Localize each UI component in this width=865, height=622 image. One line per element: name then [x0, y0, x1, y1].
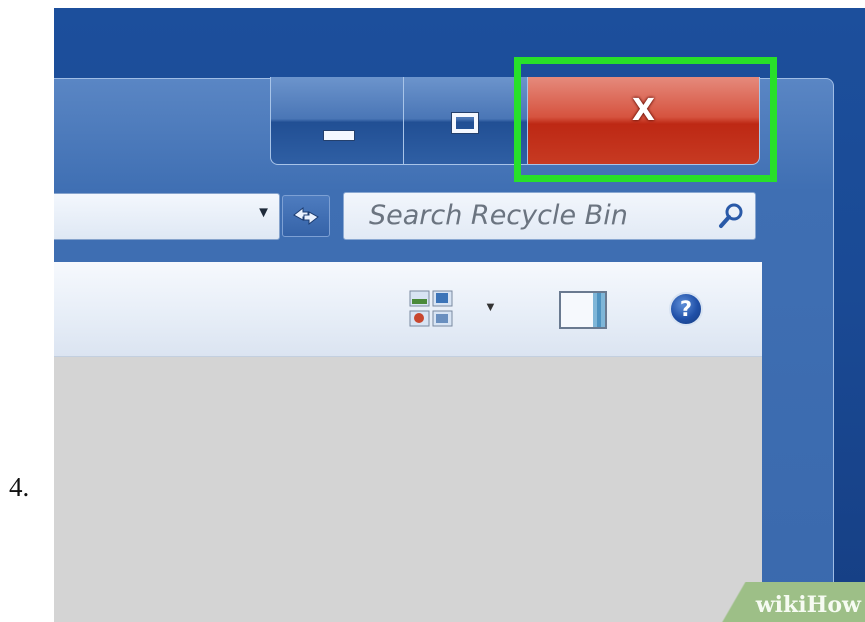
wikihow-watermark: wikiHow	[713, 582, 865, 622]
minimize-button[interactable]	[270, 77, 404, 165]
views-dropdown-icon[interactable]: ▼	[484, 299, 497, 314]
watermark-suffix: How	[806, 592, 861, 618]
views-icon[interactable]	[409, 290, 453, 328]
help-button[interactable]: ?	[669, 292, 703, 326]
file-list-area[interactable]: ▼ ?	[54, 262, 762, 622]
minimize-icon	[323, 130, 355, 141]
desktop-background: X ▼ Search Recycle Bin ▼ ? wikiHow	[54, 8, 865, 622]
command-bar: ▼ ?	[54, 262, 762, 357]
search-placeholder: Search Recycle Bin	[369, 200, 628, 231]
maximize-button[interactable]	[404, 77, 528, 165]
watermark-prefix: wiki	[755, 592, 807, 618]
search-input[interactable]: Search Recycle Bin	[343, 192, 756, 240]
refresh-icon	[293, 206, 319, 226]
search-icon[interactable]	[718, 202, 744, 230]
preview-pane-icon[interactable]	[559, 291, 607, 329]
help-icon: ?	[679, 297, 693, 321]
refresh-button[interactable]	[282, 195, 330, 237]
maximize-icon	[451, 112, 479, 134]
address-bar[interactable]: ▼	[54, 193, 280, 240]
step-number: 4.	[9, 472, 30, 502]
chevron-down-icon[interactable]: ▼	[256, 204, 271, 221]
close-button-highlight	[514, 57, 777, 182]
